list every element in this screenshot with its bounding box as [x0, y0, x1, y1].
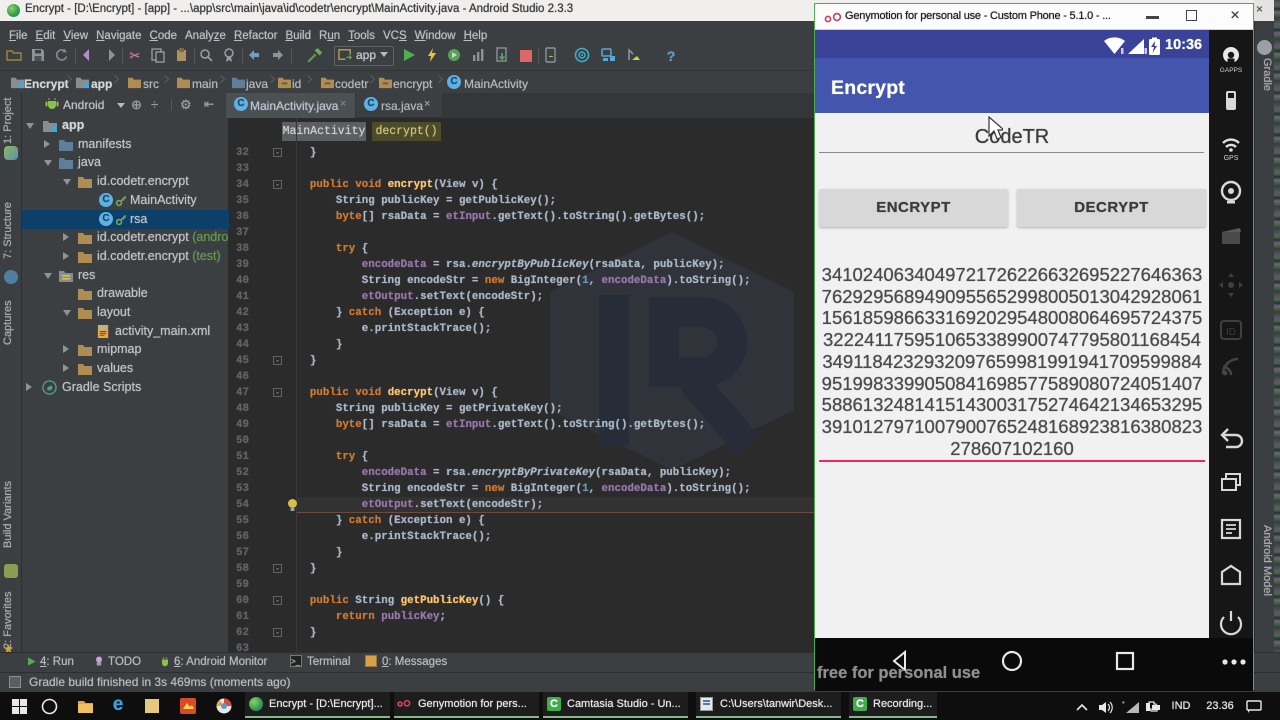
- svg-text:*: *: [1122, 701, 1125, 708]
- svg-text:GPS: GPS: [1224, 155, 1239, 162]
- svg-text:ID: ID: [1226, 327, 1236, 338]
- svg-text:GAPPS: GAPPS: [1220, 67, 1243, 74]
